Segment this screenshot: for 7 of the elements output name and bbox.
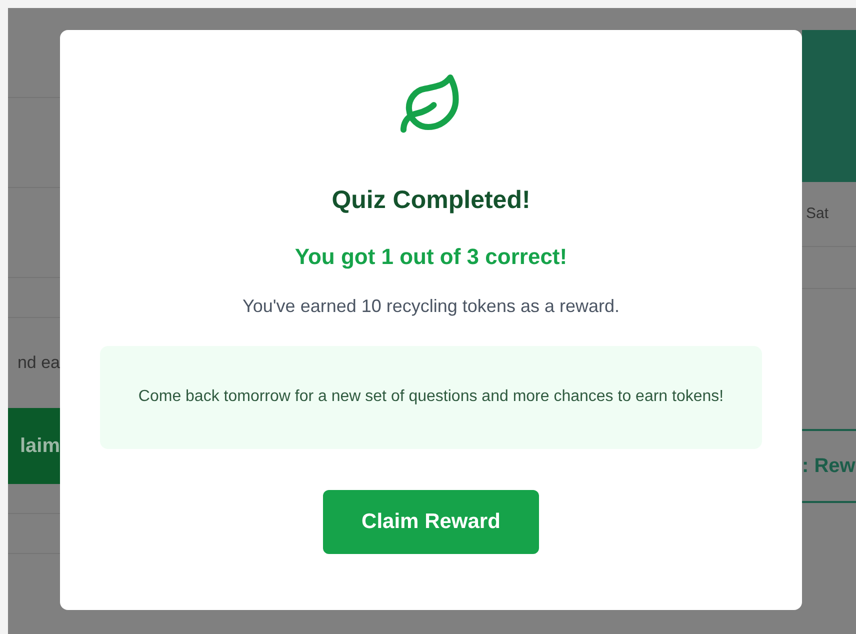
dialog-title: Quiz Completed! bbox=[332, 185, 530, 216]
score-text: You got 1 out of 3 correct! bbox=[294, 242, 568, 271]
weekday-label: Sat bbox=[806, 204, 829, 224]
claim-reward-button[interactable]: Claim Reward bbox=[323, 490, 539, 554]
background-text: nd ea bbox=[17, 352, 60, 374]
reward-text: You've earned 10 recycling tokens as a reward. bbox=[242, 294, 620, 318]
info-note: Come back tomorrow for a new set of questions and more chances to earn tokens! bbox=[100, 346, 762, 448]
